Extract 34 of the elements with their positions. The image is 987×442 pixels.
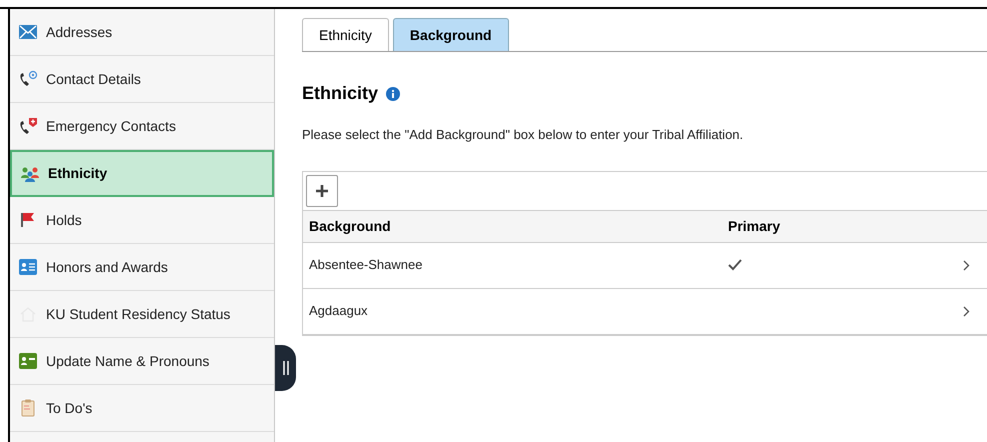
column-header: Primary	[728, 216, 780, 236]
flag-icon	[20, 212, 36, 228]
table-row[interactable]: Agdaagux	[303, 288, 987, 334]
add-button[interactable]	[306, 174, 338, 206]
chevron-right-icon	[963, 306, 970, 316]
table-row[interactable]: Absentee-Shawnee	[303, 242, 987, 288]
sidebar-item[interactable]: Ethnicity	[10, 150, 274, 197]
info-icon[interactable]	[386, 86, 400, 100]
id-card-icon	[19, 353, 37, 369]
table-cell-text: Absentee-Shawnee	[308, 256, 424, 274]
tab[interactable]: Ethnicity	[302, 18, 389, 51]
phone-icon	[18, 117, 38, 135]
instructions-text: Please select the "Add Background" box below to enter your Tribal Affiliation.	[302, 126, 744, 144]
sidebar-item[interactable]: Contact Details	[10, 56, 274, 103]
sidebar-item[interactable]: Addresses	[10, 9, 274, 56]
collapse-handle[interactable]	[275, 345, 296, 391]
tab[interactable]: Background	[392, 18, 509, 51]
sidebar-item[interactable]: Honors and Awards	[10, 244, 274, 291]
pause-icon	[282, 361, 288, 375]
table-cell-text: Agdaagux	[308, 302, 369, 320]
sidebar-item[interactable]: To Do's	[10, 385, 274, 432]
chevron-right-icon	[963, 260, 970, 270]
sidebar-item[interactable]: KU Student Residency Status	[10, 291, 274, 338]
column-header: Background	[308, 216, 392, 236]
sidebar-item[interactable]: Update Name & Pronouns	[10, 338, 274, 385]
checkmark-icon	[728, 259, 742, 271]
envelope-icon	[19, 25, 37, 39]
id-card-icon	[19, 259, 37, 275]
clipboard-icon	[21, 399, 35, 417]
phone-icon	[18, 70, 38, 88]
sidebar-item[interactable]: Holds	[10, 197, 274, 244]
plus-icon	[315, 184, 329, 198]
section-heading: Ethnicity	[302, 82, 378, 105]
people-icon	[20, 166, 40, 182]
